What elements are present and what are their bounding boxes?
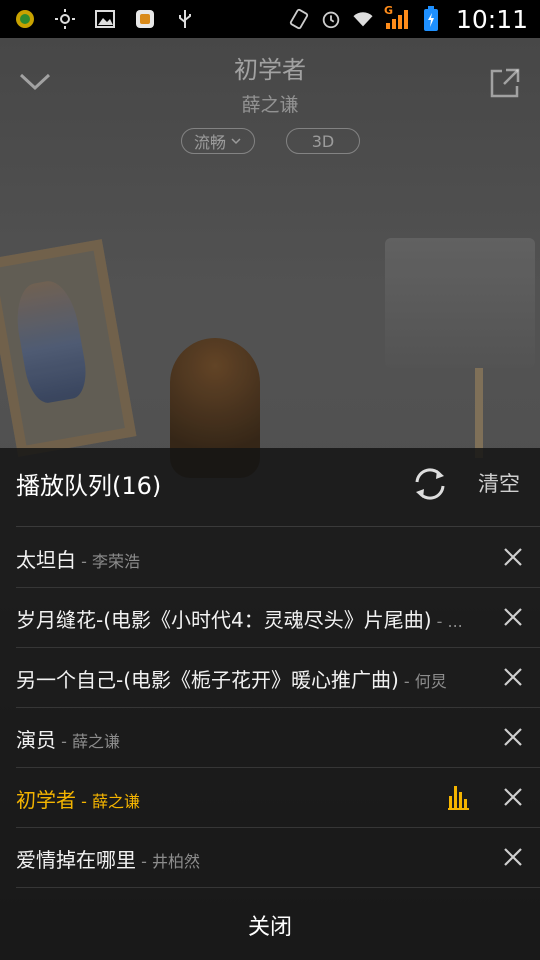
app-store-icon (134, 8, 156, 30)
close-label: 关闭 (247, 915, 292, 940)
queue-item-text: 另一个自己-(电影《栀子花开》暖心推广曲) - 何炅 (16, 664, 486, 693)
queue-item-text: 演员 - 薛之谦 (16, 724, 486, 753)
queue-item-text: 太坦白 - 李荣浩 (16, 544, 486, 573)
song-name: 另一个自己-(电影《栀子花开》暖心推广曲) (16, 668, 399, 692)
queue-item-text: 初学者 - 薛之谦 (16, 784, 486, 813)
clear-queue-button[interactable]: 清空 (478, 468, 520, 498)
close-button[interactable]: 关闭 (0, 890, 540, 960)
wifi-icon (352, 8, 374, 30)
separator: - (76, 792, 92, 811)
remove-icon[interactable] (500, 784, 526, 810)
separator: - (56, 732, 72, 751)
separator: - (136, 852, 152, 871)
song-artist-name: 李荣浩 (91, 552, 140, 571)
song-artist-name: 薛之谦 (71, 732, 120, 751)
loop-mode-icon[interactable] (410, 464, 450, 504)
queue-item[interactable]: 太坦白 - 李荣浩 (0, 528, 540, 588)
separator: - (398, 672, 415, 691)
remove-icon[interactable] (500, 544, 526, 570)
song-artist-name: 何炅 (414, 672, 447, 691)
queue-list: 太坦白 - 李荣浩 岁月缝花-(电影《小时代4：灵魂尽头》片尾曲) - ... 另一… (0, 528, 540, 888)
separator: - (431, 612, 448, 631)
song-name: 太坦白 (16, 548, 76, 572)
app-notify-icon (14, 8, 36, 30)
clock: 10:11 (455, 4, 528, 34)
queue-item[interactable]: 爱情掉在哪里 - 井柏然 (0, 828, 540, 888)
separator: - (76, 552, 92, 571)
remove-icon[interactable] (500, 844, 526, 870)
remove-icon[interactable] (500, 664, 526, 690)
song-name: 爱情掉在哪里 (16, 848, 136, 872)
song-artist-name: 井柏然 (151, 852, 200, 871)
brightness-icon (54, 8, 76, 30)
queue-item-text: 爱情掉在哪里 - 井柏然 (16, 844, 486, 873)
image-icon (94, 8, 116, 30)
queue-title: 播放队列(16) (16, 472, 162, 500)
network-type-label: G (383, 4, 393, 17)
vibrate-icon (288, 8, 310, 30)
song-name: 演员 (16, 728, 56, 752)
queue-item[interactable]: 岁月缝花-(电影《小时代4：灵魂尽头》片尾曲) - ... (0, 588, 540, 648)
battery-icon (420, 6, 442, 31)
overlay-dim[interactable] (0, 38, 540, 448)
song-name: 初学者 (16, 788, 76, 812)
alarm-icon (320, 8, 342, 30)
play-queue-panel: 播放队列(16) 清空 太坦白 - 李荣浩 岁月缝花-(电影《小时代4：灵魂尽头》… (0, 448, 540, 960)
queue-item-text: 岁月缝花-(电影《小时代4：灵魂尽头》片尾曲) - ... (16, 604, 486, 633)
divider (16, 526, 540, 527)
queue-item[interactable]: 演员 - 薛之谦 (0, 708, 540, 768)
remove-icon[interactable] (500, 604, 526, 630)
song-name: 岁月缝花-(电影《小时代4：灵魂尽头》片尾曲) (16, 608, 432, 632)
status-bar: G 10:11 (0, 0, 540, 38)
now-playing-icon (448, 784, 470, 810)
song-artist-name: 薛之谦 (91, 792, 140, 811)
usb-icon (174, 8, 196, 30)
song-artist-name: ... (447, 612, 463, 631)
queue-item[interactable]: 初学者 - 薛之谦 (0, 768, 540, 828)
remove-icon[interactable] (500, 724, 526, 750)
signal-icon: G (384, 4, 410, 30)
queue-item[interactable]: 另一个自己-(电影《栀子花开》暖心推广曲) - 何炅 (0, 648, 540, 708)
